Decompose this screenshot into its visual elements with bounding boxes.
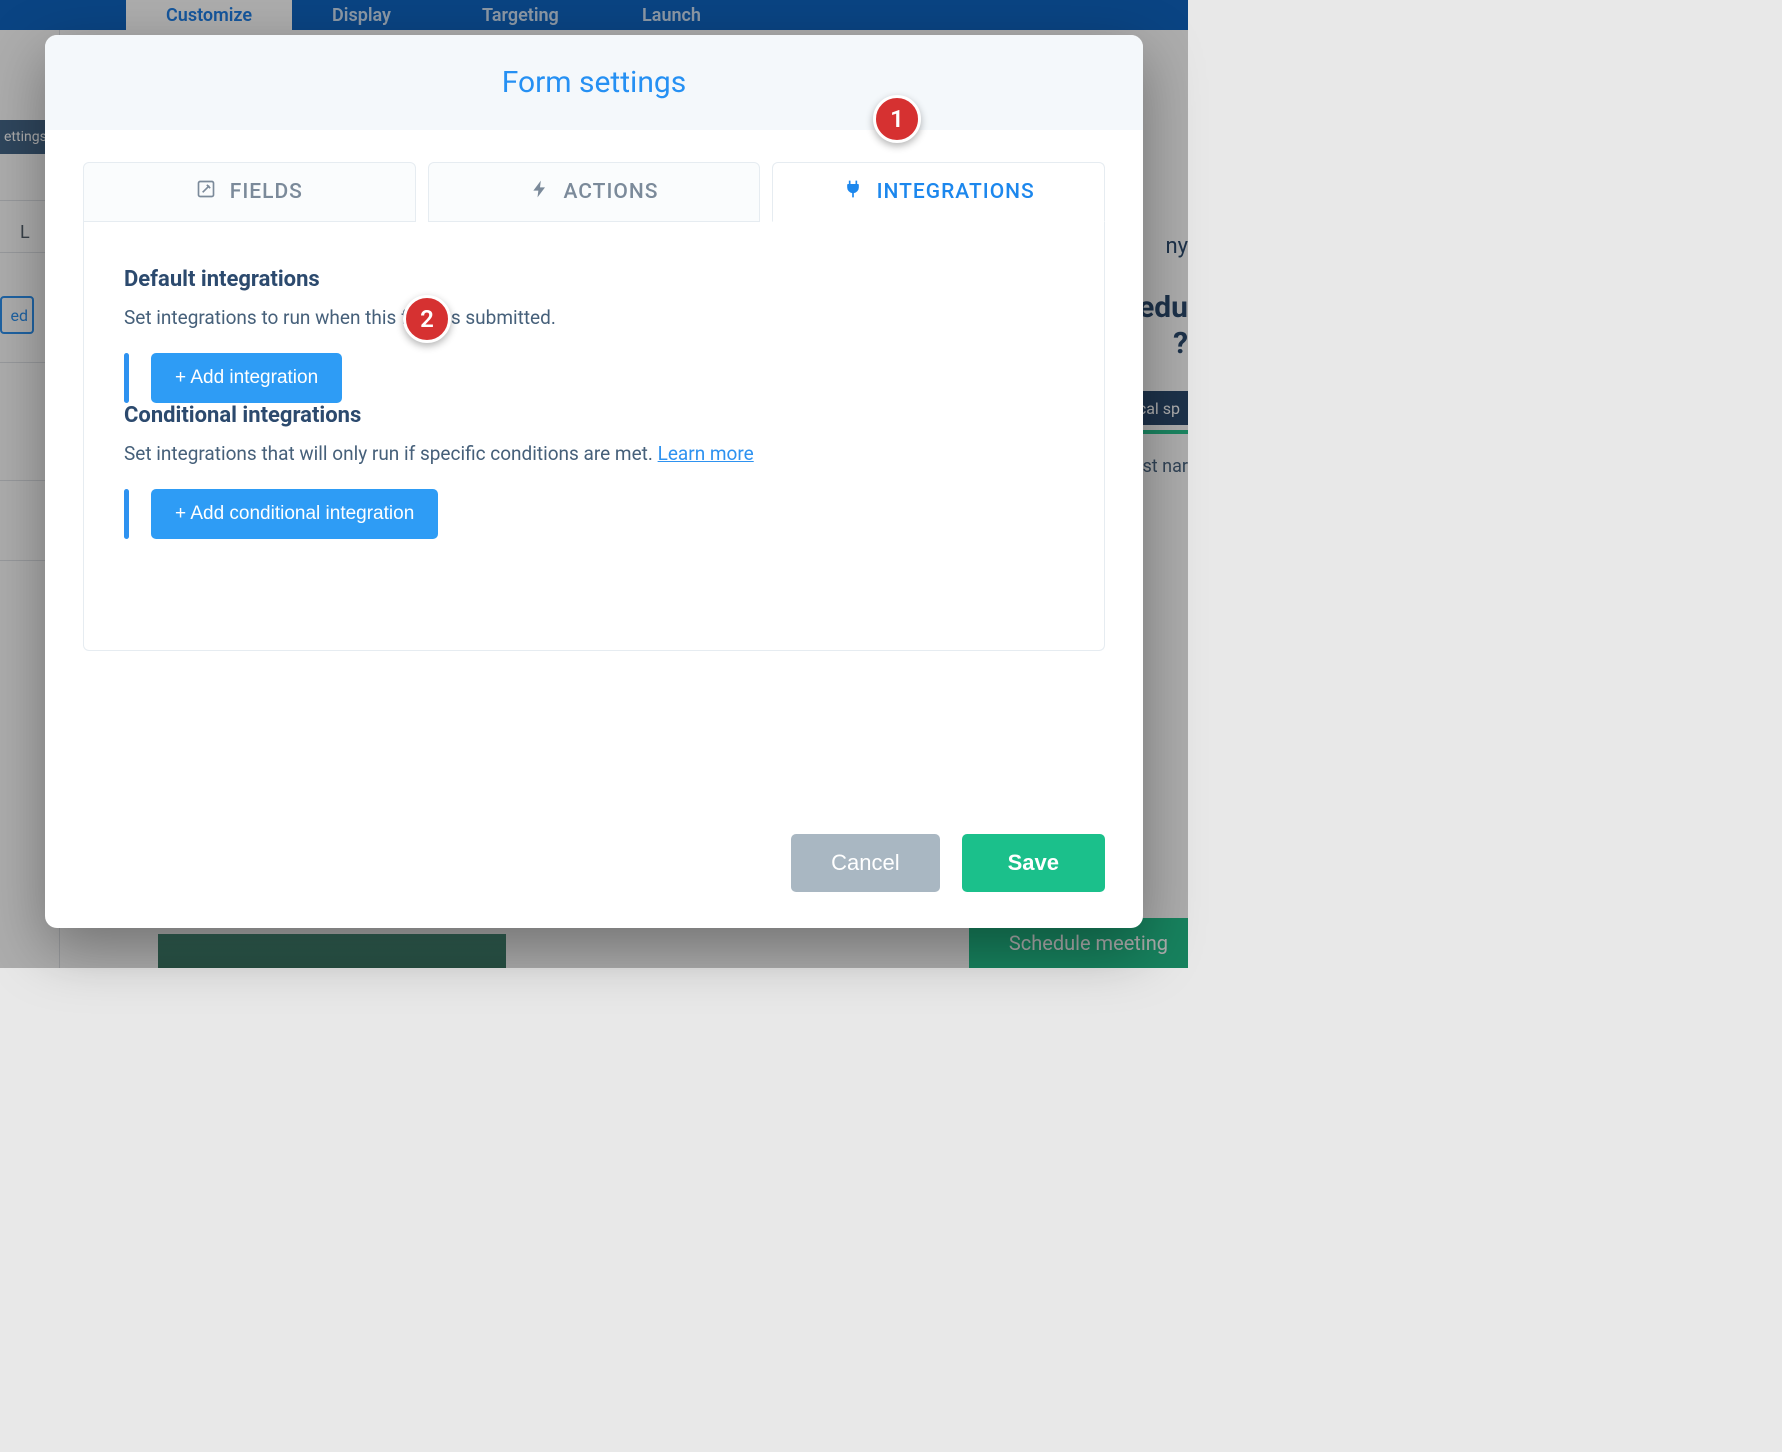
tab-strip: FIELDS ACTIONS INTEGRATIONS — [83, 162, 1105, 222]
default-integrations-section: Default integrations Set integrations to… — [124, 267, 1064, 403]
default-integrations-desc: Set integrations to run when this form i… — [124, 306, 1064, 329]
cancel-button[interactable]: Cancel — [791, 834, 939, 892]
conditional-integrations-section: Conditional integrations Set integration… — [124, 403, 1064, 539]
accent-bar — [124, 489, 129, 539]
lightning-icon — [530, 179, 550, 205]
plug-icon — [843, 179, 863, 205]
add-integration-button[interactable]: + Add integration — [151, 353, 342, 403]
callout-badge-1: 1 — [873, 95, 921, 143]
conditional-integrations-title: Conditional integrations — [124, 403, 1064, 428]
tab-actions-label: ACTIONS — [564, 180, 659, 204]
form-settings-modal: Form settings FIELDS ACTIONS INTEGRATION… — [45, 35, 1143, 928]
tab-fields[interactable]: FIELDS — [83, 162, 416, 222]
save-button[interactable]: Save — [962, 834, 1105, 892]
tab-integrations-label: INTEGRATIONS — [877, 180, 1035, 204]
conditional-desc-text: Set integrations that will only run if s… — [124, 442, 658, 465]
tab-fields-label: FIELDS — [230, 180, 303, 204]
add-conditional-integration-button[interactable]: + Add conditional integration — [151, 489, 438, 539]
conditional-integrations-desc: Set integrations that will only run if s… — [124, 442, 1064, 465]
learn-more-link[interactable]: Learn more — [658, 442, 754, 465]
modal-footer: Cancel Save — [45, 804, 1143, 928]
modal-title: Form settings — [45, 65, 1143, 100]
tab-actions[interactable]: ACTIONS — [428, 162, 761, 222]
default-integrations-title: Default integrations — [124, 267, 1064, 292]
edit-icon — [196, 179, 216, 205]
modal-body: FIELDS ACTIONS INTEGRATIONS Default inte… — [45, 130, 1143, 804]
tab-integrations[interactable]: INTEGRATIONS — [772, 162, 1105, 222]
modal-header: Form settings — [45, 35, 1143, 130]
callout-badge-2: 2 — [403, 295, 451, 343]
tab-content-integrations: Default integrations Set integrations to… — [83, 221, 1105, 651]
accent-bar — [124, 353, 129, 403]
